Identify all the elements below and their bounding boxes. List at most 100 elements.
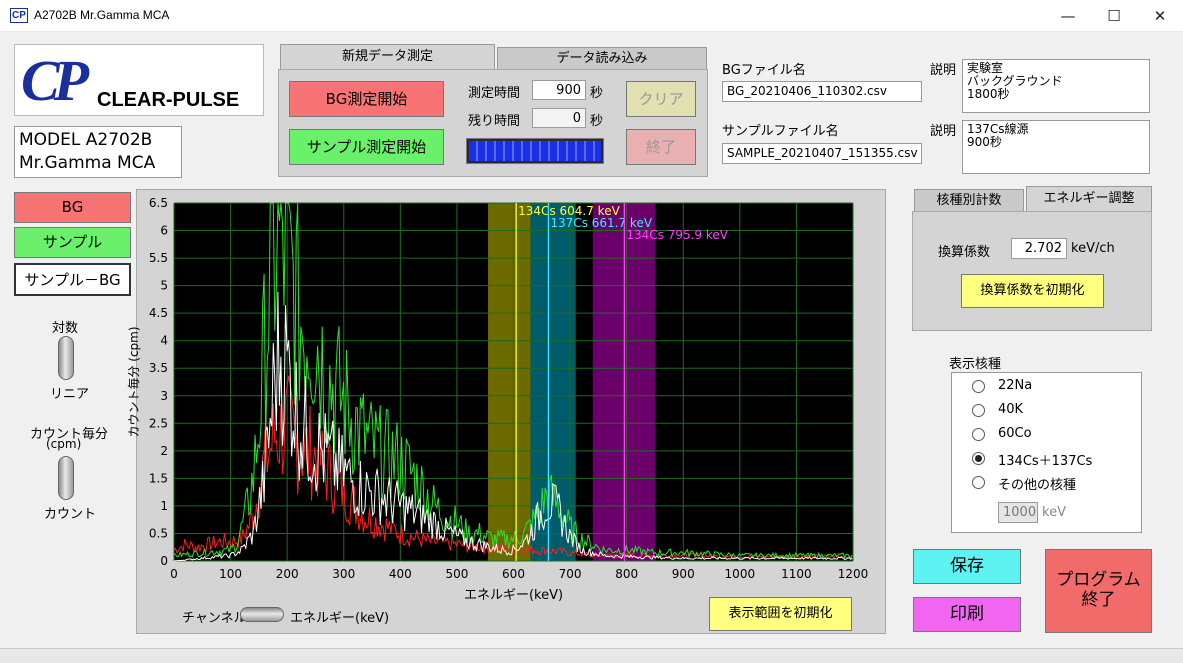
x-tick-label: 300: [332, 567, 355, 581]
nuclide-radio-3[interactable]: [972, 452, 985, 465]
desc2-label: 説明: [930, 124, 957, 139]
y-tick-label: 6: [160, 224, 168, 238]
y-tick-label: 1: [160, 499, 168, 513]
y-tick-label: 4: [160, 334, 168, 348]
bg-series-button[interactable]: BG: [14, 192, 131, 223]
logo-name: CLEAR-PULSE: [97, 89, 240, 111]
y-tick-label: 4.5: [149, 306, 168, 320]
nuclide-radio-0[interactable]: [972, 380, 985, 393]
y-tick-label: 6.5: [149, 196, 168, 210]
peak-region-0: [488, 203, 531, 561]
progress-bar: [466, 138, 604, 164]
desc1-textarea[interactable]: 実験室 バックグラウンド 1800秒: [962, 59, 1150, 113]
factor-input[interactable]: 2.702: [1011, 238, 1067, 259]
sample-file-field: SAMPLE_20210407_151355.csv: [722, 143, 922, 164]
x-axis-label: エネルギー(keV): [464, 588, 563, 603]
spectrum-chart[interactable]: 134Cs 604.7 keV137Cs 661.7 keV134Cs 795.…: [120, 192, 880, 612]
print-button[interactable]: 印刷: [913, 597, 1021, 632]
desc1-label: 説明: [930, 63, 957, 78]
factor-label: 換算係数: [938, 245, 991, 260]
y-tick-label: 1.5: [149, 471, 168, 485]
x-tick-label: 100: [219, 567, 242, 581]
x-tick-label: 800: [615, 567, 638, 581]
axis-toggle-switch[interactable]: [240, 607, 284, 622]
factor-unit: keV/ch: [1071, 241, 1115, 256]
y-tick-label: 2.5: [149, 416, 168, 430]
model-line1: MODEL A2702B: [19, 130, 153, 150]
y-tick-label: 0: [160, 554, 168, 568]
nuclide-radio-1[interactable]: [972, 404, 985, 417]
x-tick-label: 0: [170, 567, 178, 581]
model-box: MODEL A2702B Mr.Gamma MCA: [14, 126, 182, 178]
unit-toggle-switch[interactable]: [58, 456, 74, 500]
log-label: 対数: [52, 321, 79, 336]
time-input[interactable]: 900: [532, 80, 586, 100]
reset-factor-button[interactable]: 換算係数を初期化: [961, 274, 1104, 308]
tab-new-measurement[interactable]: 新規データ測定: [280, 44, 495, 70]
peak-region-1: [530, 203, 576, 561]
x-tick-label: 400: [389, 567, 412, 581]
logo: CP CLEAR-PULSE: [14, 44, 264, 116]
y-tick-label: 0.5: [149, 526, 168, 540]
nuclide-label-3: 134Cs＋137Cs: [998, 454, 1093, 469]
energy-axis-label: エネルギー(keV): [290, 611, 390, 626]
nuclides-title: 表示核種: [949, 357, 1002, 372]
y-tick-label: 5.5: [149, 251, 168, 265]
window-title: A2702B Mr.Gamma MCA: [34, 8, 170, 22]
time-unit: 秒: [590, 86, 604, 101]
tab-load-data[interactable]: データ読み込み: [497, 47, 707, 70]
horizontal-scrollbar[interactable]: [0, 648, 1183, 663]
x-tick-label: 1100: [781, 567, 812, 581]
title-bar: CP A2702B Mr.Gamma MCA — ☐ ✕: [0, 0, 1183, 32]
minimize-icon[interactable]: —: [1045, 0, 1091, 32]
diff-series-button[interactable]: サンプル－BG: [14, 263, 131, 296]
save-button[interactable]: 保存: [913, 549, 1021, 584]
sample-series-button[interactable]: サンプル: [14, 227, 131, 258]
quit-button[interactable]: プログラム 終了: [1045, 549, 1152, 633]
tab-nuclide-count[interactable]: 核種別計数: [914, 189, 1024, 212]
nuclide-label-4: その他の核種: [998, 478, 1077, 493]
nuclide-radio-4[interactable]: [972, 476, 985, 489]
sample-file-label: サンプルファイル名: [722, 124, 839, 139]
other-energy-input[interactable]: 1000: [998, 502, 1038, 523]
y-axis-label: カウント毎分 (cpm): [126, 326, 141, 437]
quit-label-1: プログラム: [1056, 570, 1141, 590]
x-tick-label: 1000: [725, 567, 756, 581]
reset-range-button[interactable]: 表示範囲を初期化: [709, 597, 852, 631]
other-energy-unit: keV: [1042, 505, 1066, 520]
count-label: カウント: [44, 507, 97, 522]
bg-file-field: BG_20210406_110302.csv: [722, 81, 922, 102]
end-button[interactable]: 終了: [626, 129, 696, 165]
y-tick-label: 5: [160, 279, 168, 293]
cpm-sub-label: (cpm): [46, 437, 82, 451]
maximize-icon[interactable]: ☐: [1091, 0, 1137, 32]
channel-label: チャンネル: [182, 611, 247, 626]
nuclide-label-0: 22Na: [998, 378, 1033, 393]
nuclide-radio-2[interactable]: [972, 428, 985, 441]
x-tick-label: 700: [559, 567, 582, 581]
remain-label: 残り時間: [468, 114, 521, 129]
tab-energy-adjust[interactable]: エネルギー調整: [1026, 186, 1152, 212]
x-tick-label: 200: [276, 567, 299, 581]
desc2-textarea[interactable]: 137Cs線源 900秒: [962, 120, 1150, 174]
close-icon[interactable]: ✕: [1137, 0, 1183, 32]
remain-unit: 秒: [590, 114, 604, 129]
sample-start-button[interactable]: サンプル測定開始: [289, 129, 444, 165]
clear-button[interactable]: クリア: [626, 81, 696, 117]
energy-panel: [912, 211, 1152, 331]
bg-start-button[interactable]: BG測定開始: [289, 81, 444, 117]
app-icon: CP: [10, 8, 28, 23]
remain-value: 0: [532, 108, 586, 128]
linear-label: リニア: [50, 387, 90, 402]
x-tick-label: 600: [502, 567, 525, 581]
time-label: 測定時間: [468, 86, 521, 101]
y-tick-label: 2: [160, 444, 168, 458]
progress-fill: [469, 141, 601, 161]
scale-toggle-switch[interactable]: [58, 336, 74, 380]
logo-mark: CP: [21, 48, 89, 113]
y-tick-label: 3.5: [149, 361, 168, 375]
x-tick-label: 1200: [838, 567, 869, 581]
x-tick-label: 900: [672, 567, 695, 581]
x-tick-label: 500: [445, 567, 468, 581]
model-line2: Mr.Gamma MCA: [19, 153, 156, 173]
